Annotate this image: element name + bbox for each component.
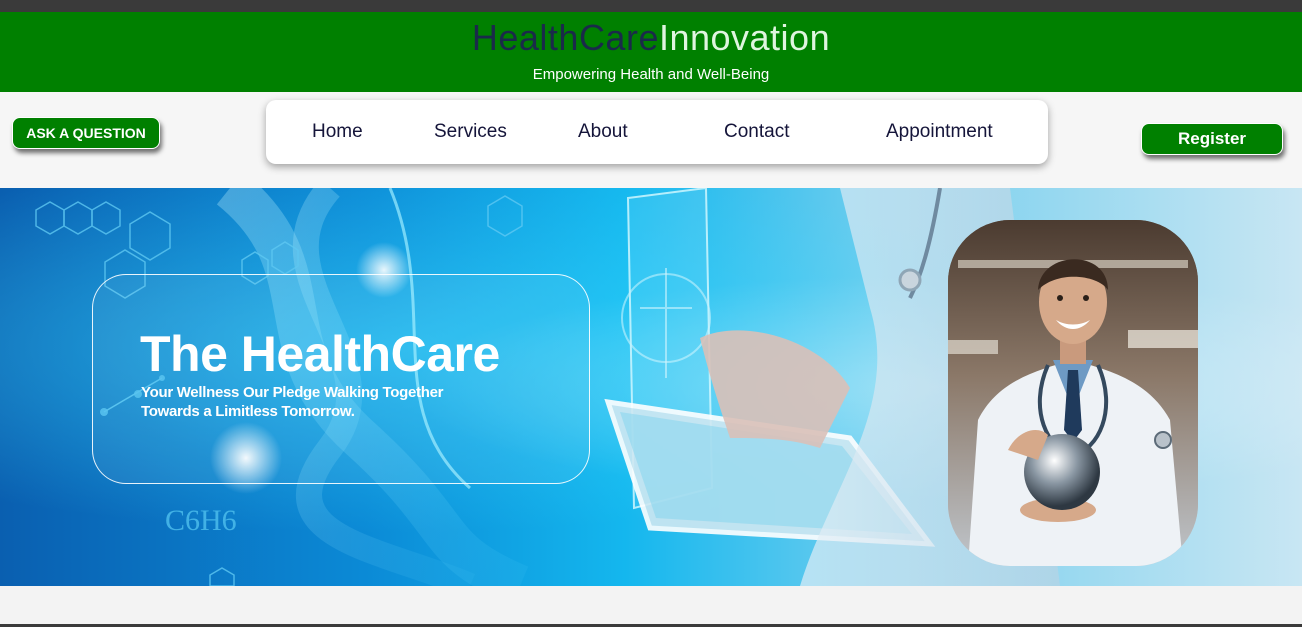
ask-question-button[interactable]: ASK A QUESTION	[12, 117, 160, 149]
brand-innovation: Innovation	[658, 17, 831, 58]
hero-title: The HealthCare	[140, 326, 500, 382]
doctor-illustration	[948, 220, 1198, 566]
stethoscope-icon	[898, 268, 922, 292]
nav-about[interactable]: About	[578, 121, 628, 143]
brand-healthcare: HealthCare	[471, 17, 659, 58]
main-nav: Home Services About Contact Appointment	[266, 100, 1048, 164]
site-header: HealthCareInnovation Empowering Health a…	[0, 12, 1302, 92]
page-footer-area	[0, 586, 1302, 624]
nav-contact[interactable]: Contact	[724, 121, 789, 143]
doctor-portrait	[948, 220, 1198, 566]
header-tagline: Empowering Health and Well-Being	[532, 66, 770, 83]
hero-banner: C6H6 The HealthCare Your Wellness Our Pl…	[0, 188, 1302, 586]
nav-home[interactable]: Home	[312, 121, 363, 143]
nav-appointment[interactable]: Appointment	[886, 121, 993, 143]
chemical-formula: C6H6	[165, 504, 237, 537]
brand-logo[interactable]: HealthCareInnovation	[0, 18, 1302, 58]
register-button[interactable]: Register	[1141, 123, 1283, 155]
browser-top-strip	[0, 0, 1302, 12]
hero-subtitle: Your Wellness Our Pledge Walking Togethe…	[141, 384, 444, 420]
nav-services[interactable]: Services	[434, 121, 507, 143]
